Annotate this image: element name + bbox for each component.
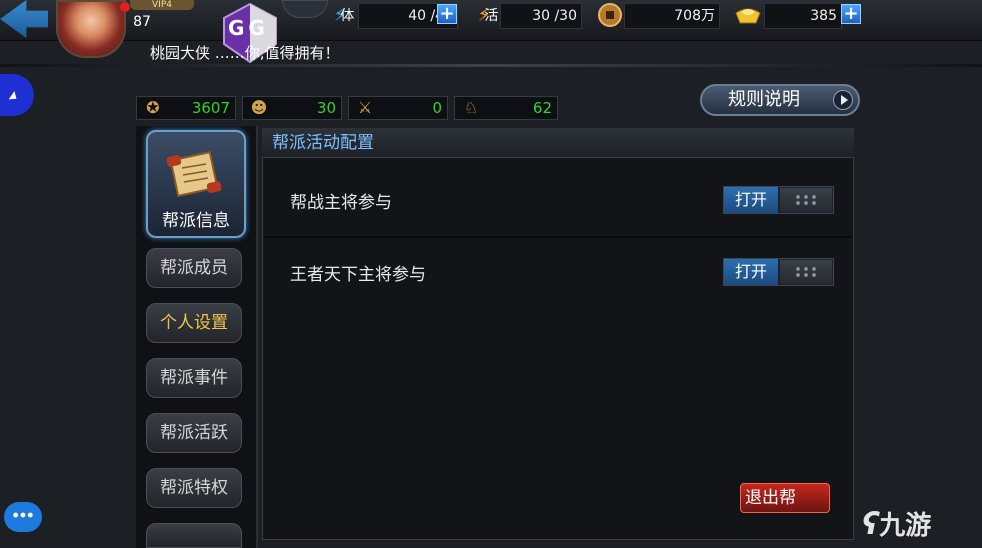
- chat-button[interactable]: [4, 502, 42, 532]
- scroll-token-icon: ♘: [463, 98, 479, 117]
- exit-guild-button[interactable]: 退出帮: [740, 483, 830, 513]
- watermark-text: 九游: [879, 511, 932, 541]
- toggle-knob: [780, 260, 832, 284]
- nav-item-events[interactable]: 帮派事件: [146, 358, 242, 398]
- gold-value: 385: [764, 3, 842, 29]
- copper-value: 708万: [624, 3, 720, 29]
- panel-title: 帮派活动配置: [262, 128, 854, 158]
- nav-item-activity[interactable]: 帮派活跃: [146, 413, 242, 453]
- lightning-vigor-icon: ⚡ 活: [477, 4, 499, 26]
- nav-item-privileges[interactable]: 帮派特权: [146, 468, 242, 508]
- gg-logo-text: GG: [228, 16, 269, 40]
- grip-dots-icon: [794, 266, 818, 278]
- nav-item-more[interactable]: [146, 523, 242, 548]
- toggle-guild-war[interactable]: 打开: [723, 186, 834, 214]
- vip-badge: VIP4: [130, 0, 194, 10]
- row-label-king-world: 王者天下主将参与: [290, 265, 426, 285]
- notification-dot: [120, 2, 130, 12]
- scroll-icon: [166, 151, 222, 197]
- vigor-label: 活: [484, 8, 499, 24]
- chat-dots-icon: [12, 511, 34, 519]
- player-avatar[interactable]: [56, 0, 126, 58]
- gold-ingot-icon: [734, 1, 762, 29]
- vigor-value: 30 /30: [500, 3, 582, 29]
- rules-button[interactable]: 规则说明: [700, 84, 860, 116]
- toggle-on-label: 打开: [724, 187, 778, 213]
- crossed-swords-icon: ⚔: [357, 98, 373, 117]
- row-label-guild-war: 帮战主将参与: [290, 193, 392, 213]
- stat-crossed-swords: ⚔ 0: [348, 96, 448, 120]
- toggle-king-world[interactable]: 打开: [723, 258, 834, 286]
- rules-button-label: 规则说明: [728, 89, 800, 110]
- guild-coin-icon: ✪: [146, 98, 160, 117]
- grip-dots-icon: [794, 194, 818, 206]
- stamina-label: 体: [340, 8, 355, 24]
- nav-item-personal-settings[interactable]: 个人设置: [146, 303, 242, 343]
- lion-mask-icon: ☻: [250, 98, 268, 117]
- nav-item-members[interactable]: 帮派成员: [146, 248, 242, 288]
- row-divider: [264, 236, 852, 238]
- toggle-knob: [780, 188, 832, 212]
- toggle-on-label: 打开: [724, 259, 778, 285]
- stat-scroll-token: ♘ 62: [454, 96, 558, 120]
- nav-active-label: 帮派信息: [162, 211, 230, 231]
- player-level: 87: [133, 14, 151, 30]
- header-divider: [0, 64, 982, 67]
- marquee-text: 桃园大侠 ……你,值得拥有！: [150, 44, 340, 62]
- play-arrow-icon: [833, 90, 853, 110]
- lightning-stamina-icon: ⚡ 体: [333, 4, 355, 26]
- logo-nine-icon: ʕ: [862, 507, 880, 542]
- add-gold-button[interactable]: +: [841, 4, 861, 24]
- stat-lion-mask: ☻ 30: [242, 96, 342, 120]
- stat-guild-coin: ✪ 3607: [136, 96, 236, 120]
- add-stamina-button[interactable]: +: [437, 4, 457, 24]
- copper-coin-icon: [596, 1, 624, 29]
- watermark: ʕ九游: [862, 505, 931, 542]
